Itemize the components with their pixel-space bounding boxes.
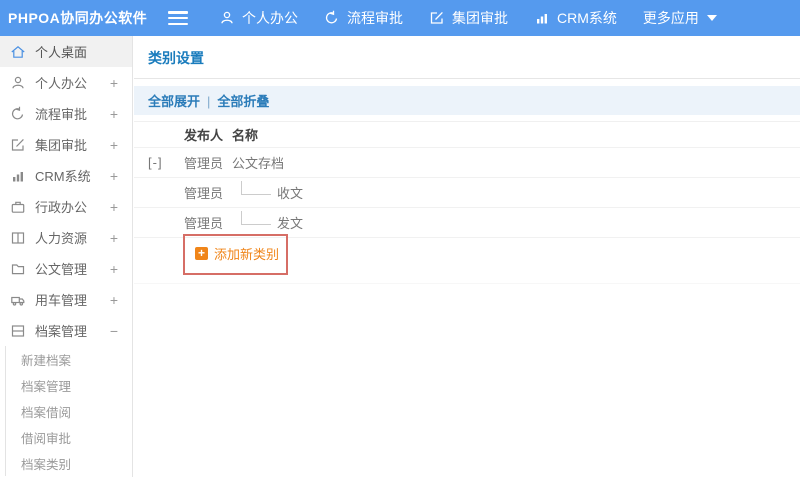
sidebar-subitem-new-archive[interactable]: 新建档案 — [6, 346, 132, 372]
topbar: PHPOA协同办公软件 个人办公 流程审批 集团审批 CRM系统 更多应用 — [0, 0, 800, 36]
sidebar-item-label: 集团审批 — [35, 138, 88, 153]
expand-plus-icon[interactable]: + — [110, 261, 118, 277]
plus-icon: + — [195, 247, 208, 260]
archive-submenu: 新建档案 档案管理 档案借阅 借阅审批 档案类别 — [5, 346, 132, 476]
topnav-personal-office[interactable]: 个人办公 — [206, 0, 311, 36]
row-publisher: 管理员 — [184, 186, 224, 201]
sidebar-item-document-mgmt[interactable]: 公文管理 + — [0, 253, 132, 284]
add-category-label: 添加新类别 — [214, 247, 280, 262]
table-row: 管理员 收文 — [134, 178, 800, 208]
row-category-name[interactable]: 公文存档 — [232, 153, 284, 172]
topnav-label: 流程审批 — [347, 10, 403, 26]
topnav-label: 个人办公 — [242, 10, 298, 26]
truck-icon — [10, 292, 26, 308]
sidebar-item-label: CRM系统 — [35, 169, 91, 184]
sub-item-label: 档案管理 — [21, 379, 72, 394]
sidebar-item-label: 档案管理 — [35, 324, 88, 339]
sidebar-item-label: 人力资源 — [35, 231, 88, 246]
sidebar-subitem-archive-category[interactable]: 档案类别 — [6, 450, 132, 476]
expand-plus-icon[interactable]: + — [110, 137, 118, 153]
sidebar-item-label: 行政办公 — [35, 200, 88, 215]
table-header-row: 发布人 名称 — [134, 122, 800, 148]
sidebar-item-hr[interactable]: 人力资源 + — [0, 222, 132, 253]
briefcase-icon — [10, 199, 26, 215]
sidebar: 个人桌面 个人办公 + 流程审批 + 集团审批 + CRM系统 + 行政办公 +… — [0, 36, 133, 477]
add-category-button[interactable]: + 添加新类别 — [195, 244, 279, 263]
sidebar-item-label: 用车管理 — [35, 293, 88, 308]
collapse-minus-icon[interactable]: − — [110, 323, 118, 339]
category-table: 发布人 名称 [-] 管理员 公文存档 管理员 收文 管理员 发文 + 添加新类… — [134, 121, 800, 284]
caret-down-icon — [706, 15, 717, 21]
collapse-toggle[interactable]: [-] — [148, 155, 163, 170]
tree-branch-line — [241, 210, 271, 225]
bar-chart-icon — [534, 10, 550, 26]
hamburger-menu-icon[interactable] — [168, 11, 188, 25]
toolbar-divider: | — [207, 94, 211, 109]
sidebar-subitem-archive-mgmt[interactable]: 档案管理 — [6, 372, 132, 398]
sub-item-label: 借阅审批 — [21, 431, 72, 446]
sub-item-label: 档案借阅 — [21, 405, 72, 420]
topnav-flow-approval[interactable]: 流程审批 — [311, 0, 416, 36]
sidebar-item-crm[interactable]: CRM系统 + — [0, 160, 132, 191]
table-row: [-] 管理员 公文存档 — [134, 148, 800, 178]
sub-item-label: 档案类别 — [21, 457, 72, 472]
flow-icon — [10, 106, 26, 122]
expand-plus-icon[interactable]: + — [110, 292, 118, 308]
topnav-label: 更多应用 — [642, 10, 699, 26]
user-icon — [10, 75, 26, 91]
table-row: 管理员 发文 — [134, 208, 800, 238]
flow-icon — [324, 10, 340, 26]
tree-toolbar: 全部展开 | 全部折叠 — [134, 86, 800, 115]
book-icon — [10, 230, 26, 246]
sidebar-subitem-borrow-approval[interactable]: 借阅审批 — [6, 424, 132, 450]
add-category-row: + 添加新类别 — [134, 234, 800, 284]
folder-icon — [10, 261, 26, 277]
sidebar-item-vehicle-mgmt[interactable]: 用车管理 + — [0, 284, 132, 315]
app-logo: PHPOA协同办公软件 — [8, 10, 148, 26]
sidebar-item-admin-office[interactable]: 行政办公 + — [0, 191, 132, 222]
expand-plus-icon[interactable]: + — [110, 168, 118, 184]
topnav-label: 集团审批 — [452, 10, 508, 26]
topnav-more-apps[interactable]: 更多应用 — [630, 0, 730, 36]
row-category-name[interactable]: 收文 — [277, 183, 303, 202]
main-content: 类别设置 全部展开 | 全部折叠 发布人 名称 [-] 管理员 公文存档 管理员 收… — [134, 36, 800, 477]
expand-all-link[interactable]: 全部展开 — [148, 94, 200, 109]
row-category-name[interactable]: 发文 — [277, 213, 303, 232]
page-header: 类别设置 — [134, 36, 800, 79]
sidebar-item-personal-office[interactable]: 个人办公 + — [0, 67, 132, 98]
edit-square-icon — [10, 137, 26, 153]
topnav-crm[interactable]: CRM系统 — [521, 0, 630, 36]
sub-item-label: 新建档案 — [21, 353, 72, 368]
expand-plus-icon[interactable]: + — [110, 199, 118, 215]
topnav-group-approval[interactable]: 集团审批 — [416, 0, 521, 36]
topnav-label: CRM系统 — [557, 10, 617, 26]
sidebar-item-label: 公文管理 — [35, 262, 88, 277]
expand-plus-icon[interactable]: + — [110, 230, 118, 246]
sidebar-subitem-archive-borrow[interactable]: 档案借阅 — [6, 398, 132, 424]
collapse-all-link[interactable]: 全部折叠 — [217, 94, 269, 109]
sidebar-item-archive-mgmt[interactable]: 档案管理 − — [0, 315, 132, 346]
top-navigation: 个人办公 流程审批 集团审批 CRM系统 更多应用 — [206, 0, 730, 36]
user-icon — [219, 10, 235, 26]
home-icon — [10, 44, 26, 60]
expand-plus-icon[interactable]: + — [110, 106, 118, 122]
row-publisher: 管理员 — [184, 156, 224, 171]
row-publisher: 管理员 — [184, 216, 224, 231]
archive-icon — [10, 323, 26, 339]
publisher-column-header: 发布人 — [184, 128, 224, 143]
bar-chart-icon — [10, 168, 26, 184]
page-title: 类别设置 — [148, 50, 204, 66]
tree-branch-line — [241, 180, 271, 195]
name-column-header: 名称 — [232, 128, 259, 143]
edit-square-icon — [429, 10, 445, 26]
sidebar-item-flow-approval[interactable]: 流程审批 + — [0, 98, 132, 129]
sidebar-item-label: 流程审批 — [35, 107, 88, 122]
expand-plus-icon[interactable]: + — [110, 75, 118, 91]
sidebar-item-label: 个人桌面 — [35, 45, 88, 60]
sidebar-item-label: 个人办公 — [35, 76, 88, 91]
sidebar-item-personal-desktop[interactable]: 个人桌面 — [0, 36, 132, 67]
sidebar-item-group-approval[interactable]: 集团审批 + — [0, 129, 132, 160]
